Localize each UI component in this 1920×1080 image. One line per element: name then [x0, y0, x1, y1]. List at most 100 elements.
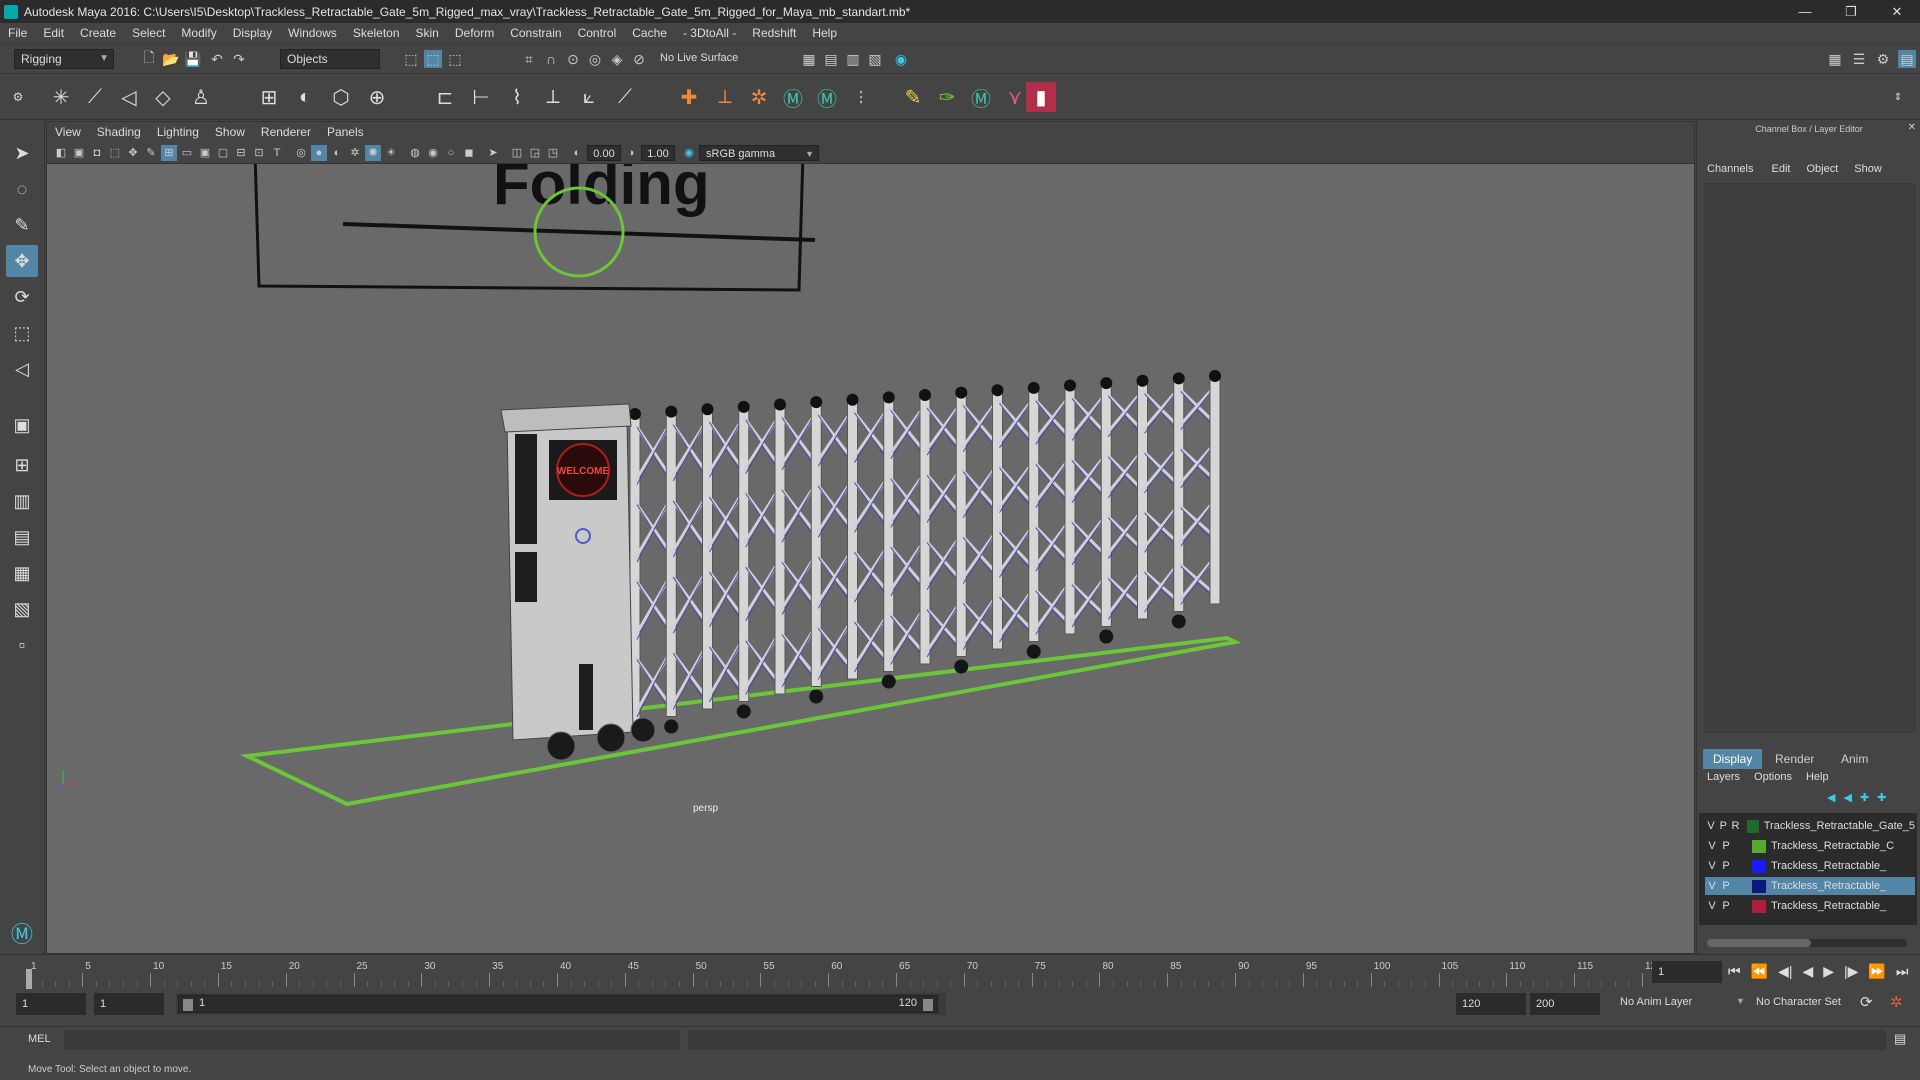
connect-joint-icon[interactable]: ⟋	[610, 82, 640, 112]
bind-skin-icon[interactable]: ⊏	[430, 82, 460, 112]
vp-menu-view[interactable]: View	[47, 125, 89, 139]
safe-title-icon[interactable]: T	[269, 145, 285, 161]
vp-menu-shading[interactable]: Shading	[89, 125, 149, 139]
step-forward-frame-icon[interactable]: |▶	[1844, 963, 1858, 980]
exposure-field[interactable]: 0.00	[587, 145, 621, 161]
gamma-field[interactable]: 1.00	[641, 145, 675, 161]
camera-select-icon[interactable]: ◧	[53, 145, 69, 161]
layer-name[interactable]: Trackless_Retractable_Gate_5	[1764, 820, 1915, 832]
xray-active-icon[interactable]: ◳	[545, 145, 561, 161]
layout-two-icon[interactable]: ▥	[6, 485, 38, 517]
layout-outliner-icon[interactable]: ▤	[6, 521, 38, 553]
menu-display[interactable]: Display	[225, 26, 280, 40]
menu-deform[interactable]: Deform	[447, 26, 502, 40]
layer-name[interactable]: Trackless_Retractable_	[1771, 860, 1886, 872]
rotate-tool-icon[interactable]: ⟳	[6, 281, 38, 313]
resolution-gate-icon[interactable]: ▣	[197, 145, 213, 161]
layout-graph-icon[interactable]: ▦	[6, 557, 38, 589]
tool-settings-icon[interactable]: ⚙	[1874, 50, 1892, 68]
create-ik-handle-icon[interactable]: ⊞	[254, 82, 284, 112]
insert-joint-icon[interactable]: ⟋	[80, 82, 110, 112]
hik-retarget-icon[interactable]: Ⓜ	[966, 82, 996, 112]
cluster-icon[interactable]: ◐	[290, 82, 320, 112]
snap-live-icon[interactable]: ⊘	[630, 50, 648, 68]
range-handle[interactable]: 1 120	[178, 995, 938, 1013]
anim-end-field[interactable]: 200	[1530, 993, 1600, 1015]
smooth-skin-icon[interactable]: ⟂	[538, 82, 568, 112]
paint-weights-icon[interactable]: ⌇	[502, 82, 532, 112]
field-chart-icon[interactable]: ⊟	[233, 145, 249, 161]
range-start-grip[interactable]	[183, 999, 193, 1011]
create-joints-icon[interactable]: ✳	[46, 82, 76, 112]
live-surface-label[interactable]: No Live Surface	[660, 52, 738, 64]
layer-scrollbar[interactable]	[1707, 939, 1907, 947]
layer-name[interactable]: Trackless_Retractable_C	[1771, 840, 1894, 852]
current-time-marker[interactable]	[26, 969, 32, 989]
channel-box-toggle-icon[interactable]: ▤	[1898, 50, 1916, 68]
shelf-scroll-icon[interactable]: ⇕	[1890, 82, 1906, 112]
select-hierarchy-icon[interactable]: ⬚	[402, 50, 420, 68]
layer-color-swatch[interactable]	[1752, 899, 1766, 913]
hypershade-icon[interactable]: ◉	[892, 50, 910, 68]
select-object-icon[interactable]: ⬚	[424, 50, 442, 68]
colorspace-dropdown[interactable]: sRGB gamma ▼	[699, 145, 819, 161]
layer-name[interactable]: Trackless_Retractable_	[1771, 900, 1886, 912]
save-scene-icon[interactable]: 💾	[184, 50, 202, 68]
tab-render[interactable]: Render	[1765, 749, 1824, 769]
layer-row[interactable]: V P Trackless_Retractable_C	[1705, 837, 1915, 855]
layer-menu-layers[interactable]: Layers	[1697, 771, 1750, 787]
render-view-icon[interactable]: ▧	[866, 50, 884, 68]
vp-menu-lighting[interactable]: Lighting	[149, 125, 207, 139]
channel-list-area[interactable]	[1705, 183, 1915, 733]
aim-constraint-icon[interactable]: ⟂	[710, 82, 740, 112]
visibility-toggle[interactable]: V	[1705, 880, 1719, 892]
isolate-select-icon[interactable]: ➤	[485, 145, 501, 161]
mirror-joint-icon[interactable]: ◁	[114, 82, 144, 112]
shadows-icon[interactable]: ☀	[383, 145, 399, 161]
hik-controls-icon[interactable]: ⁝	[846, 82, 876, 112]
paint-skin-icon[interactable]: ✎	[898, 82, 928, 112]
layout-render-icon[interactable]: ▧	[6, 593, 38, 625]
layer-color-swatch[interactable]	[1752, 839, 1766, 853]
layer-name[interactable]: Trackless_Retractable_	[1771, 880, 1886, 892]
visibility-toggle[interactable]: V	[1705, 860, 1719, 872]
tab-display[interactable]: Display	[1703, 749, 1763, 769]
attribute-editor-icon[interactable]: ☰	[1850, 50, 1868, 68]
layer-color-swatch[interactable]	[1752, 859, 1766, 873]
playback-toggle[interactable]: P	[1719, 860, 1733, 872]
command-input[interactable]	[64, 1030, 680, 1050]
layer-scroll-thumb[interactable]	[1707, 939, 1811, 947]
tab-anim[interactable]: Anim	[1831, 749, 1878, 769]
menu-select[interactable]: Select	[124, 26, 173, 40]
bookmark-icon[interactable]: ◘	[89, 145, 105, 161]
render-frame-icon[interactable]: ▤	[822, 50, 840, 68]
undo-icon[interactable]: ↶	[208, 50, 226, 68]
step-back-frame-icon[interactable]: ◀|	[1778, 963, 1792, 980]
wireframe-icon[interactable]: ◎	[293, 145, 309, 161]
vp-menu-panels[interactable]: Panels	[319, 125, 372, 139]
last-tool-icon[interactable]: ◁	[6, 353, 38, 385]
gate-mask-icon[interactable]: ▢	[215, 145, 231, 161]
menu-windows[interactable]: Windows	[280, 26, 345, 40]
modeling-toolkit-icon[interactable]: ▦	[1826, 50, 1844, 68]
ipr-render-icon[interactable]: ▥	[844, 50, 862, 68]
auto-key-icon[interactable]: ⟳	[1860, 993, 1873, 1011]
viewport-scene[interactable]: Folding WELCOME persp	[47, 164, 1695, 954]
safe-action-icon[interactable]: ⊡	[251, 145, 267, 161]
hik-icon[interactable]: Ⓜ	[778, 82, 808, 112]
color-management-icon[interactable]: ◉	[681, 145, 697, 161]
ik-spline-icon[interactable]: ⊢	[466, 82, 496, 112]
play-backward-icon[interactable]: ◀	[1802, 963, 1813, 980]
range-track[interactable]: 1 120	[176, 993, 946, 1015]
layout-single-icon[interactable]: ▣	[6, 409, 38, 441]
wireframe-on-shaded-icon[interactable]: ◐	[329, 145, 345, 161]
snap-grid-icon[interactable]: ⌗	[520, 50, 538, 68]
menu-skeleton[interactable]: Skeleton	[345, 26, 408, 40]
step-back-key-icon[interactable]: ⏪	[1751, 963, 1768, 980]
layer-move-down-icon[interactable]: ◀	[1843, 791, 1851, 804]
menu-constrain[interactable]: Constrain	[502, 26, 569, 40]
layer-menu-help[interactable]: Help	[1796, 771, 1839, 787]
2d-pan-icon[interactable]: ✥	[125, 145, 141, 161]
cb-menu-channels[interactable]: Channels	[1697, 163, 1763, 179]
layer-color-swatch[interactable]	[1746, 819, 1759, 833]
